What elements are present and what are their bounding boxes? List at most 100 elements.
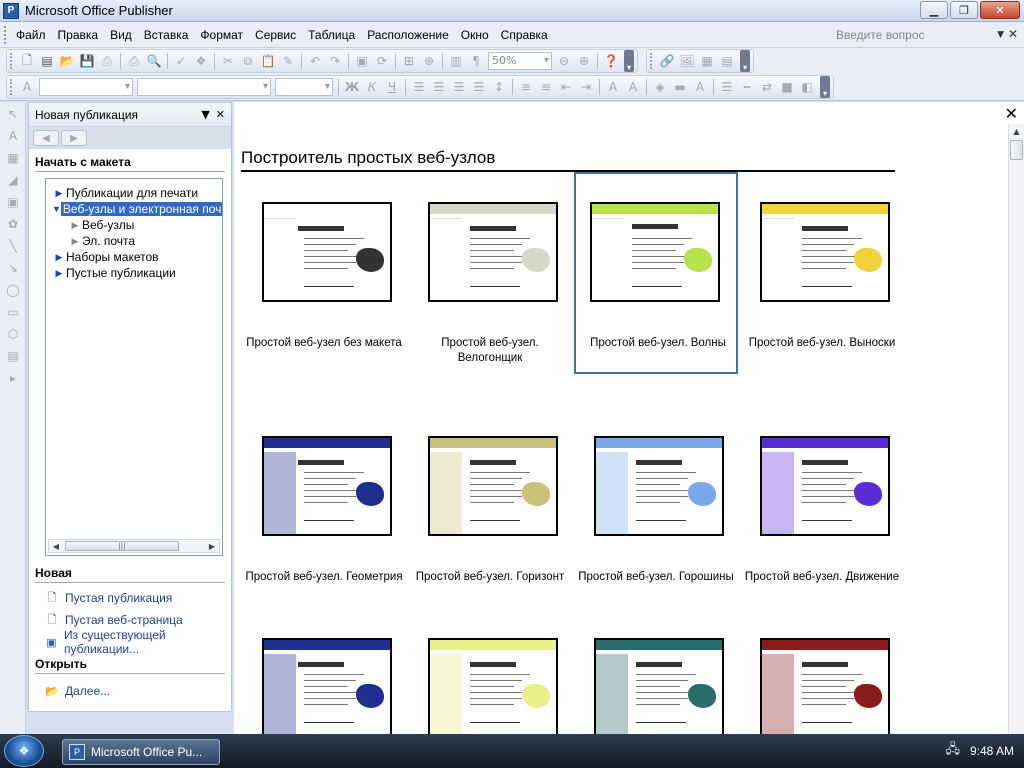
clip-art-icon[interactable]: ✿ (3, 214, 23, 234)
menu-format[interactable]: Формат (194, 28, 249, 42)
scroll-up-arrow-icon[interactable]: ▲ (1009, 124, 1024, 140)
menu-insert[interactable]: Вставка (138, 28, 195, 42)
minimize-button[interactable]: ▁ (920, 1, 948, 19)
design-card[interactable]: Простой веб-узел. Движение (740, 406, 904, 608)
scrollbar-thumb[interactable]: ||| (65, 541, 179, 551)
rectangle-icon[interactable]: ▭ (3, 302, 23, 322)
design-thumbnail[interactable] (594, 638, 724, 738)
decrease-font-icon[interactable]: A (603, 77, 623, 97)
design-category-tree[interactable]: ▶ Публикации для печати ▼ Веб-узлы и эле… (45, 178, 223, 556)
line-spacing-icon[interactable]: ↕ (489, 77, 509, 97)
design-thumbnail[interactable] (428, 638, 558, 738)
more-files-link[interactable]: 📂 Далее... (45, 680, 231, 702)
zoom-select[interactable]: 50% (488, 52, 552, 70)
toolbar-grip[interactable] (10, 79, 14, 95)
collapse-arrow-icon[interactable]: ▼ (52, 204, 61, 214)
tree-item-web-and-email[interactable]: ▼ Веб-узлы и электронная поч (46, 201, 222, 217)
autoshapes-icon[interactable]: ⬡ (3, 324, 23, 344)
toolbar-options-icon[interactable]: ▾ (624, 50, 634, 72)
pilcrow-icon[interactable]: ¶ (466, 51, 486, 71)
design-thumbnail[interactable] (594, 436, 724, 536)
scroll-left-arrow-icon[interactable]: ◀ (49, 542, 63, 551)
clock[interactable]: 9:48 AM (970, 744, 1014, 758)
columns-icon[interactable]: ▥ (446, 51, 466, 71)
scrollbar-thumb[interactable] (1010, 140, 1023, 160)
bullets-icon[interactable]: ≡ (536, 77, 556, 97)
design-thumbnail[interactable] (262, 202, 392, 302)
italic-icon[interactable]: К (362, 77, 382, 97)
undo-icon[interactable]: ↶ (305, 51, 325, 71)
new-document-icon[interactable]: 🗋 (17, 51, 37, 71)
design-thumbnail[interactable] (760, 638, 890, 738)
format-painter-icon[interactable]: ✎ (278, 51, 298, 71)
line-icon[interactable]: ╲ (3, 236, 23, 256)
wordart-icon[interactable]: ◢ (3, 170, 23, 190)
design-card[interactable] (408, 608, 572, 738)
arrow-icon[interactable]: ↘ (3, 258, 23, 278)
design-card[interactable] (740, 608, 904, 738)
underline-icon[interactable]: Ч (382, 77, 402, 97)
zoom-out-icon[interactable]: ⊖ (554, 51, 574, 71)
menu-tools[interactable]: Сервис (249, 28, 302, 42)
picture-icon[interactable]: 🖼 (677, 51, 697, 71)
toolbar-grip[interactable] (10, 53, 14, 69)
from-existing-publication-link[interactable]: ▣ Из существующей публикации... (45, 628, 231, 656)
menu-help[interactable]: Справка (495, 28, 554, 42)
menu-view[interactable]: Вид (104, 28, 138, 42)
dash-style-icon[interactable]: ┅ (737, 77, 757, 97)
tree-item-websites[interactable]: ▶ Веб-узлы (46, 217, 222, 233)
help-icon[interactable]: ❓ (601, 51, 621, 71)
line-color-icon[interactable]: ▬ (670, 77, 690, 97)
menu-file[interactable]: Файл (10, 28, 52, 42)
font-color-icon[interactable]: A (690, 77, 710, 97)
copy-icon[interactable]: ⧉ (238, 51, 258, 71)
menu-window[interactable]: Окно (455, 28, 495, 42)
design-card[interactable] (242, 608, 406, 738)
align-right-icon[interactable]: ☰ (449, 77, 469, 97)
insert-table-icon[interactable]: ▦ (3, 148, 23, 168)
bring-forward-icon[interactable]: ▣ (352, 51, 372, 71)
expand-arrow-icon[interactable]: ▶ (68, 236, 82, 247)
design-gallery-icon[interactable]: ▤ (3, 346, 23, 366)
design-thumbnail[interactable] (760, 436, 890, 536)
redo-icon[interactable]: ↷ (325, 51, 345, 71)
align-center-icon[interactable]: ☰ (429, 77, 449, 97)
increase-font-icon[interactable]: A (623, 77, 643, 97)
text-box-icon[interactable]: A (3, 126, 23, 146)
design-thumbnail[interactable] (428, 202, 558, 302)
close-button[interactable]: ✕ (980, 1, 1020, 19)
fill-color-icon[interactable]: ◈ (650, 77, 670, 97)
design-card[interactable]: Простой веб-узел. Выноски (740, 172, 904, 374)
design-card[interactable]: Простой веб-узел. Горизонт (408, 406, 572, 608)
ask-question-input[interactable]: Введите вопрос (836, 26, 976, 44)
task-pane-menu-icon[interactable]: ▼ (201, 108, 209, 121)
ask-dropdown-arrow-icon[interactable]: ▼ (997, 30, 1004, 40)
tree-item-blank-publications[interactable]: ▶ Пустые публикации (46, 265, 222, 281)
form-control-icon[interactable]: ▤ (717, 51, 737, 71)
print-preview-icon[interactable]: 🔍 (144, 51, 164, 71)
research-icon[interactable]: ❖ (191, 51, 211, 71)
design-card[interactable]: Простой веб-узел. Горошины (574, 406, 738, 608)
spelling-icon[interactable]: ✓ (171, 51, 191, 71)
print-icon[interactable]: ⎙ (124, 51, 144, 71)
zoom-in-icon[interactable]: ⊕ (419, 51, 439, 71)
design-thumbnail[interactable] (760, 202, 890, 302)
increase-indent-icon[interactable]: ⇥ (576, 77, 596, 97)
shadow-style-icon[interactable]: ■ (777, 77, 797, 97)
tree-item-design-sets[interactable]: ▶ Наборы макетов (46, 249, 222, 265)
more-controls-icon[interactable]: ▸ (3, 368, 23, 388)
cut-icon[interactable]: ✂ (218, 51, 238, 71)
numbering-icon[interactable]: ≡ (516, 77, 536, 97)
justify-icon[interactable]: ☰ (469, 77, 489, 97)
3d-style-icon[interactable]: ◧ (797, 77, 817, 97)
document-close-icon[interactable]: ✕ (1008, 27, 1018, 41)
design-thumbnail[interactable] (262, 436, 392, 536)
design-card[interactable] (574, 608, 738, 738)
forward-arrow-icon[interactable]: ▶ (61, 130, 87, 146)
scroll-right-arrow-icon[interactable]: ▶ (205, 542, 219, 551)
task-pane-close-icon[interactable]: ✕ (216, 108, 225, 121)
design-thumbnail[interactable] (428, 436, 558, 536)
design-thumbnail[interactable] (590, 202, 720, 302)
font-size-select[interactable] (275, 78, 333, 96)
network-icon[interactable]: 🖧 (945, 740, 960, 762)
